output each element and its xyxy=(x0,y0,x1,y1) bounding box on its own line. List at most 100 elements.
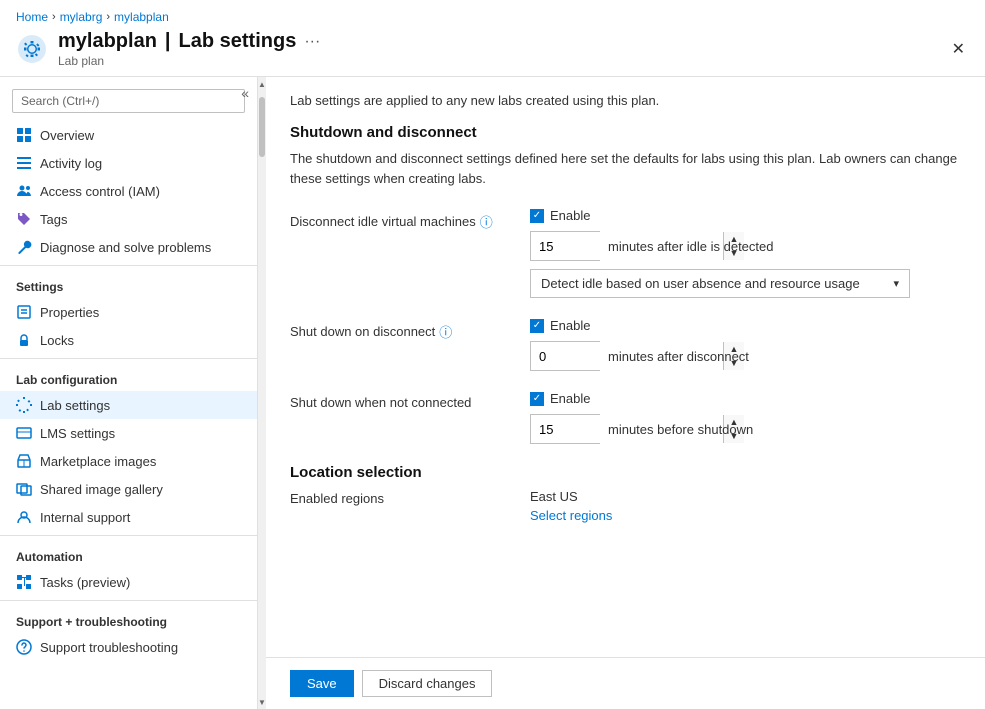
shutdown-disconnect-enable-label: Enable xyxy=(550,318,590,333)
gallery-icon xyxy=(16,481,32,497)
automation-section-label: Automation xyxy=(0,540,257,568)
tag-icon xyxy=(16,211,32,227)
disconnect-idle-label: Disconnect idle virtual machines ⓘ xyxy=(290,208,530,231)
top-bar: Home › mylabrg › mylabplan xyxy=(0,0,985,24)
sidebar-search-container xyxy=(12,89,245,113)
header-ellipsis[interactable]: ··· xyxy=(304,33,320,51)
shutdown-section-title: Shutdown and disconnect xyxy=(290,124,961,141)
breadcrumb-home[interactable]: Home xyxy=(16,10,48,24)
page-header: mylabplan | Lab settings ··· Lab plan ✕ xyxy=(0,24,985,77)
header-separator: | xyxy=(165,30,171,53)
discard-changes-button[interactable]: Discard changes xyxy=(362,670,493,697)
grid-icon xyxy=(16,127,32,143)
sidebar-item-label: Tags xyxy=(40,212,67,227)
disconnect-idle-info-icon[interactable]: ⓘ xyxy=(480,212,493,231)
sidebar-item-label: LMS settings xyxy=(40,426,115,441)
idle-detection-dropdown[interactable]: Detect idle based on user absence and re… xyxy=(530,269,910,298)
lab-plan-icon xyxy=(16,33,48,65)
sidebar-item-marketplace-images[interactable]: Marketplace images xyxy=(0,447,257,475)
sidebar-divider-3 xyxy=(0,535,257,536)
sidebar-item-lab-settings[interactable]: Lab settings xyxy=(0,391,257,419)
sidebar-item-shared-image-gallery[interactable]: Shared image gallery xyxy=(0,475,257,503)
enabled-regions-values: East US Select regions xyxy=(530,489,612,523)
breadcrumb: Home › mylabrg › mylabplan xyxy=(16,10,169,24)
sidebar-item-label: Properties xyxy=(40,305,99,320)
sidebar-item-label: Shared image gallery xyxy=(40,482,163,497)
shutdown-disconnect-controls: Enable ▲ ▼ minutes after disconnect xyxy=(530,318,961,371)
sidebar-item-locks[interactable]: Locks xyxy=(0,326,257,354)
sidebar-item-label: Locks xyxy=(40,333,74,348)
main-content: Lab settings are applied to any new labs… xyxy=(266,77,985,657)
disconnect-idle-enable-row: Enable xyxy=(530,208,961,223)
enabled-regions-row: Enabled regions East US Select regions xyxy=(290,489,961,523)
sidebar-item-tags[interactable]: Tags xyxy=(0,205,257,233)
scroll-down-arrow[interactable]: ▼ xyxy=(258,695,266,709)
sidebar-item-internal-support[interactable]: Internal support xyxy=(0,503,257,531)
breadcrumb-sep2: › xyxy=(106,11,110,23)
shutdown-disconnect-time-row: ▲ ▼ minutes after disconnect xyxy=(530,341,961,371)
shutdown-section-desc: The shutdown and disconnect settings def… xyxy=(290,149,961,188)
support-section-label: Support + troubleshooting xyxy=(0,605,257,633)
shutdown-disconnect-info-icon[interactable]: ⓘ xyxy=(439,322,452,341)
save-button[interactable]: Save xyxy=(290,670,354,697)
marketplace-icon xyxy=(16,453,32,469)
sidebar: « Overview Activity log Access control (… xyxy=(0,77,258,709)
chevron-down-icon: ▾ xyxy=(893,277,899,290)
breadcrumb-sep1: › xyxy=(52,11,56,23)
scroll-up-arrow[interactable]: ▲ xyxy=(258,77,266,91)
breadcrumb-mylabrg[interactable]: mylabrg xyxy=(60,10,103,24)
disconnect-idle-unit: minutes after idle is detected xyxy=(608,239,773,254)
shutdown-not-connected-checkbox[interactable] xyxy=(530,392,544,406)
scroll-thumb[interactable] xyxy=(259,97,265,157)
sidebar-collapse-button[interactable]: « xyxy=(241,85,249,101)
sidebar-item-label: Access control (IAM) xyxy=(40,184,160,199)
sidebar-item-properties[interactable]: Properties xyxy=(0,298,257,326)
page-name: Lab settings xyxy=(179,30,297,53)
sidebar-item-label: Marketplace images xyxy=(40,454,156,469)
sidebar-item-overview[interactable]: Overview xyxy=(0,121,257,149)
disconnect-idle-checkbox[interactable] xyxy=(530,209,544,223)
shutdown-disconnect-unit: minutes after disconnect xyxy=(608,349,749,364)
shutdown-not-connected-enable-label: Enable xyxy=(550,391,590,406)
close-button[interactable]: ✕ xyxy=(948,35,969,63)
lms-icon xyxy=(16,425,32,441)
shutdown-not-connected-time-row: ▲ ▼ minutes before shutdown xyxy=(530,414,961,444)
location-section-title: Location selection xyxy=(290,464,961,481)
sidebar-item-label: Support troubleshooting xyxy=(40,640,178,655)
shutdown-not-connected-label: Shut down when not connected xyxy=(290,391,530,410)
disconnect-idle-row: Disconnect idle virtual machines ⓘ Enabl… xyxy=(290,208,961,298)
shutdown-section: Shutdown and disconnect The shutdown and… xyxy=(290,124,961,444)
list-icon xyxy=(16,155,32,171)
shutdown-disconnect-spinner: ▲ ▼ xyxy=(530,341,600,371)
scroll-track: ▲ ▼ xyxy=(258,77,266,709)
sidebar-item-diagnose[interactable]: Diagnose and solve problems xyxy=(0,233,257,261)
sidebar-item-lms-settings[interactable]: LMS settings xyxy=(0,419,257,447)
select-regions-link[interactable]: Select regions xyxy=(530,508,612,523)
shutdown-not-connected-spinner: ▲ ▼ xyxy=(530,414,600,444)
sidebar-item-access-control[interactable]: Access control (IAM) xyxy=(0,177,257,205)
shutdown-disconnect-row: Shut down on disconnect ⓘ Enable xyxy=(290,318,961,371)
people-icon xyxy=(16,183,32,199)
disconnect-idle-controls: Enable ▲ ▼ minutes after idle is detecte… xyxy=(530,208,961,298)
sidebar-divider-2 xyxy=(0,358,257,359)
sidebar-item-label: Lab settings xyxy=(40,398,110,413)
breadcrumb-mylabplan[interactable]: mylabplan xyxy=(114,10,169,24)
tasks-icon xyxy=(16,574,32,590)
sidebar-item-activity-log[interactable]: Activity log xyxy=(0,149,257,177)
shutdown-disconnect-checkbox[interactable] xyxy=(530,319,544,333)
disconnect-idle-time-row: ▲ ▼ minutes after idle is detected xyxy=(530,231,961,261)
disconnect-idle-spinner: ▲ ▼ xyxy=(530,231,600,261)
location-section: Location selection Enabled regions East … xyxy=(290,464,961,523)
sidebar-item-support-troubleshooting[interactable]: Support troubleshooting xyxy=(0,633,257,661)
lab-config-section-label: Lab configuration xyxy=(0,363,257,391)
shutdown-not-connected-enable-row: Enable xyxy=(530,391,961,406)
disconnect-idle-enable-label: Enable xyxy=(550,208,590,223)
sidebar-item-tasks[interactable]: Tasks (preview) xyxy=(0,568,257,596)
help-icon xyxy=(16,639,32,655)
search-input[interactable] xyxy=(12,89,245,113)
settings-section-label: Settings xyxy=(0,270,257,298)
sidebar-item-label: Diagnose and solve problems xyxy=(40,240,211,255)
header-title-group: mylabplan | Lab settings ··· Lab plan xyxy=(58,30,948,68)
idle-detection-value: Detect idle based on user absence and re… xyxy=(541,276,860,291)
sidebar-divider-4 xyxy=(0,600,257,601)
